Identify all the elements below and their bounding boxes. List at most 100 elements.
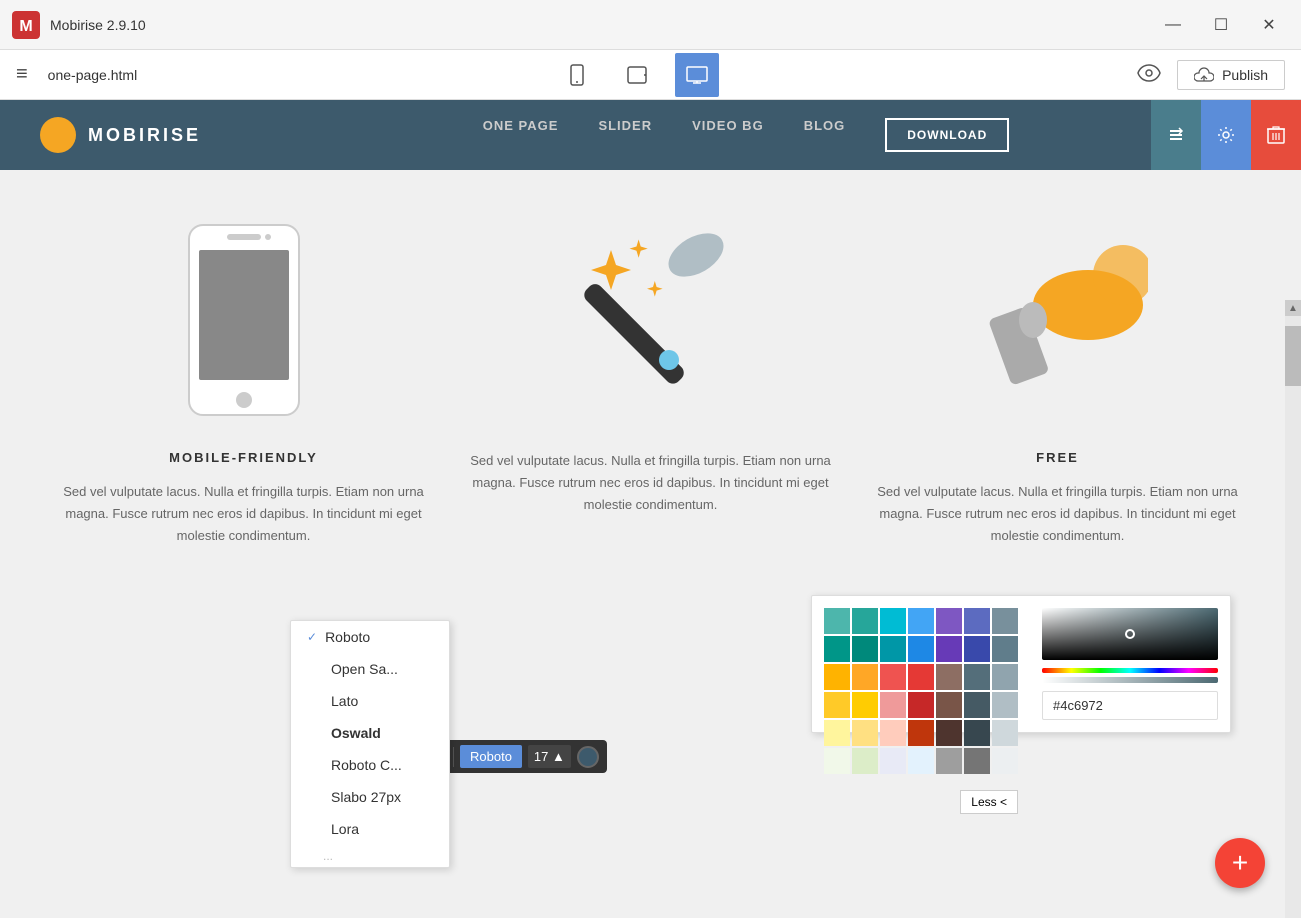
add-block-button[interactable]: + bbox=[1215, 838, 1265, 888]
color-swatch[interactable] bbox=[824, 720, 850, 746]
settings-button[interactable] bbox=[1201, 100, 1251, 170]
color-swatch[interactable] bbox=[936, 748, 962, 774]
columns: MOBILE-FRIENDLY Sed vel vulputate lacus.… bbox=[0, 170, 1301, 567]
color-swatch[interactable] bbox=[824, 692, 850, 718]
site-logo: MOBIRISE bbox=[40, 117, 201, 153]
color-swatch[interactable] bbox=[964, 664, 990, 690]
toolbar: ≡ one-page.html bbox=[0, 50, 1301, 100]
color-swatch[interactable] bbox=[964, 720, 990, 746]
minimize-button[interactable]: — bbox=[1153, 7, 1193, 43]
opacity-bar[interactable] bbox=[1042, 677, 1218, 683]
close-button[interactable]: ✕ bbox=[1249, 7, 1289, 43]
color-swatch[interactable] bbox=[880, 608, 906, 634]
color-swatch[interactable] bbox=[880, 636, 906, 662]
color-swatch[interactable] bbox=[852, 636, 878, 662]
megaphone-svg bbox=[968, 220, 1148, 420]
download-button[interactable]: DOWNLOAD bbox=[885, 118, 1009, 152]
color-swatch[interactable] bbox=[852, 664, 878, 690]
title-bar-controls: — ☐ ✕ bbox=[1153, 7, 1289, 43]
color-swatch[interactable] bbox=[908, 692, 934, 718]
phone-icon bbox=[566, 64, 588, 86]
mobile-view-button[interactable] bbox=[555, 53, 599, 97]
color-swatch[interactable] bbox=[908, 608, 934, 634]
less-button[interactable]: Less < bbox=[960, 790, 1018, 814]
delete-button[interactable] bbox=[1251, 100, 1301, 170]
svg-text:M: M bbox=[19, 18, 32, 35]
color-swatch[interactable] bbox=[824, 664, 850, 690]
color-swatch[interactable] bbox=[992, 608, 1018, 634]
font-item-label: Open Sa... bbox=[331, 661, 398, 677]
font-item-opensans[interactable]: Open Sa... bbox=[291, 653, 449, 685]
color-swatch[interactable] bbox=[992, 720, 1018, 746]
font-item-lato[interactable]: Lato bbox=[291, 685, 449, 717]
color-swatch[interactable] bbox=[824, 748, 850, 774]
color-swatch[interactable] bbox=[880, 748, 906, 774]
tablet-view-button[interactable] bbox=[615, 53, 659, 97]
font-item-oswald[interactable]: Oswald bbox=[291, 717, 449, 749]
scrollbar-thumb[interactable] bbox=[1285, 326, 1301, 386]
col3-image bbox=[874, 210, 1241, 430]
color-swatch[interactable] bbox=[824, 608, 850, 634]
color-swatch[interactable] bbox=[964, 748, 990, 774]
gradient-cursor bbox=[1125, 629, 1135, 639]
publish-label: Publish bbox=[1222, 67, 1268, 83]
desktop-view-button[interactable] bbox=[675, 53, 719, 97]
color-swatch[interactable] bbox=[992, 748, 1018, 774]
font-item-lora[interactable]: Lora bbox=[291, 813, 449, 845]
hex-input[interactable] bbox=[1042, 691, 1218, 720]
color-swatch[interactable] bbox=[852, 608, 878, 634]
menu-icon[interactable]: ≡ bbox=[16, 63, 28, 86]
color-dot-button[interactable] bbox=[577, 746, 599, 768]
color-swatch[interactable] bbox=[964, 608, 990, 634]
nav-item-videobg[interactable]: VIDEO BG bbox=[692, 118, 764, 152]
col1-text: Sed vel vulputate lacus. Nulla et fringi… bbox=[60, 481, 427, 547]
color-swatch[interactable] bbox=[992, 636, 1018, 662]
color-swatch[interactable] bbox=[880, 692, 906, 718]
title-bar-left: M Mobirise 2.9.10 bbox=[12, 11, 146, 39]
divider-2 bbox=[453, 747, 454, 767]
color-swatch[interactable] bbox=[964, 636, 990, 662]
color-swatch[interactable] bbox=[824, 636, 850, 662]
font-size-button[interactable]: 17 ▲ bbox=[528, 745, 571, 768]
checkmark-icon: ✓ bbox=[307, 630, 317, 644]
column-3: FREE Sed vel vulputate lacus. Nulla et f… bbox=[874, 210, 1241, 547]
reorder-button[interactable] bbox=[1151, 100, 1201, 170]
color-swatch[interactable] bbox=[992, 664, 1018, 690]
nav-item-slider[interactable]: SLIDER bbox=[598, 118, 652, 152]
maximize-button[interactable]: ☐ bbox=[1201, 7, 1241, 43]
color-swatch[interactable] bbox=[880, 720, 906, 746]
gradient-area[interactable] bbox=[1042, 608, 1218, 660]
color-swatch[interactable] bbox=[908, 664, 934, 690]
color-swatch[interactable] bbox=[936, 608, 962, 634]
color-swatch[interactable] bbox=[852, 748, 878, 774]
hue-bar[interactable] bbox=[1042, 668, 1218, 674]
color-swatch[interactable] bbox=[880, 664, 906, 690]
toolbar-right: Publish bbox=[1137, 60, 1285, 90]
font-item-roboto[interactable]: ✓ Roboto bbox=[291, 621, 449, 653]
scroll-up-button[interactable]: ▲ bbox=[1285, 300, 1301, 316]
col3-title: FREE bbox=[874, 450, 1241, 465]
color-swatch[interactable] bbox=[936, 664, 962, 690]
color-swatch[interactable] bbox=[936, 720, 962, 746]
font-name-button[interactable]: Roboto bbox=[460, 745, 522, 768]
color-swatch[interactable] bbox=[992, 692, 1018, 718]
font-item-slabo[interactable]: Slabo 27px bbox=[291, 781, 449, 813]
gradient-picker bbox=[1030, 596, 1230, 732]
phone-svg bbox=[179, 220, 309, 420]
color-swatch[interactable] bbox=[936, 636, 962, 662]
trash-icon bbox=[1267, 125, 1285, 145]
color-swatch[interactable] bbox=[908, 748, 934, 774]
color-swatch[interactable] bbox=[964, 692, 990, 718]
color-swatch[interactable] bbox=[852, 692, 878, 718]
font-item-robotoc[interactable]: Roboto C... bbox=[291, 749, 449, 781]
color-swatch[interactable] bbox=[908, 636, 934, 662]
preview-button[interactable] bbox=[1137, 62, 1161, 88]
col3-text: Sed vel vulputate lacus. Nulla et fringi… bbox=[874, 481, 1241, 547]
nav-item-blog[interactable]: BLOG bbox=[804, 118, 846, 152]
color-swatch[interactable] bbox=[852, 720, 878, 746]
nav-item-onepage[interactable]: ONE PAGE bbox=[483, 118, 559, 152]
magic-wand-svg bbox=[521, 215, 781, 425]
publish-button[interactable]: Publish bbox=[1177, 60, 1285, 90]
color-swatch[interactable] bbox=[936, 692, 962, 718]
color-swatch[interactable] bbox=[908, 720, 934, 746]
